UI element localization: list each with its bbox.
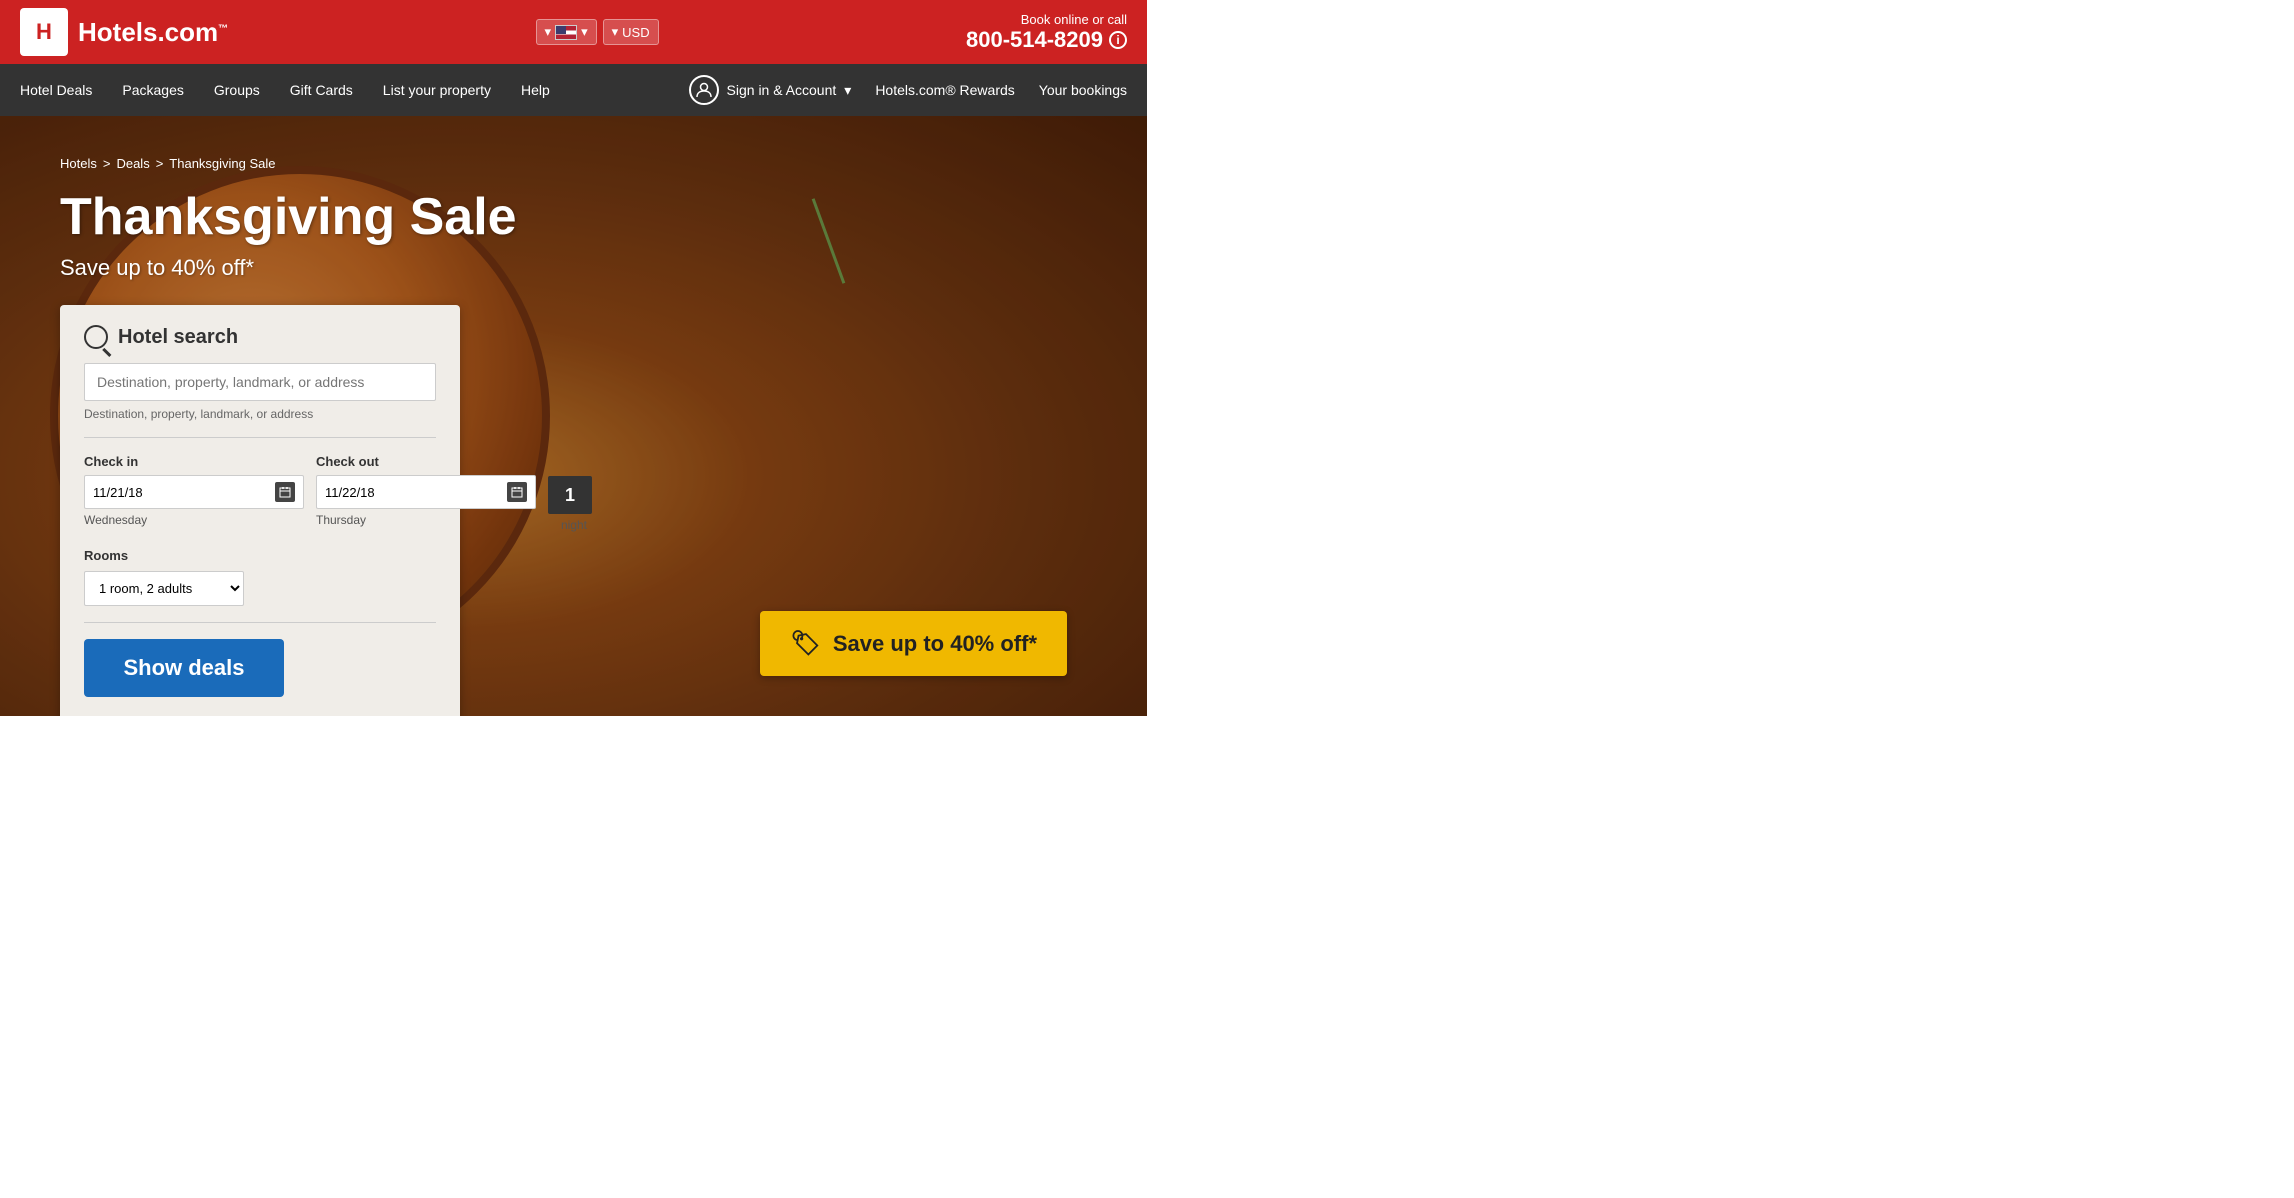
rooms-label: Rooms xyxy=(84,548,436,563)
nav-groups[interactable]: Groups xyxy=(214,82,260,98)
hero-subtitle: Save up to 40% off* xyxy=(60,255,1087,281)
currency-label: USD xyxy=(622,25,649,40)
checkin-input[interactable] xyxy=(93,485,269,500)
sign-in-button[interactable]: Sign in & Account ▾ xyxy=(689,75,852,105)
hotels-logo-icon: H xyxy=(20,8,68,56)
search-icon xyxy=(84,325,108,349)
lang-arrow: ▾ xyxy=(545,24,552,40)
search-divider2 xyxy=(84,622,436,623)
nav-list-property[interactable]: List your property xyxy=(383,82,491,98)
contact-area: Book online or call 800-514-8209 i xyxy=(966,12,1127,53)
checkin-label: Check in xyxy=(84,454,304,469)
sign-in-chevron: ▾ xyxy=(844,82,851,99)
checkout-label: Check out xyxy=(316,454,536,469)
nights-number: 1 xyxy=(548,476,592,514)
destination-input[interactable] xyxy=(84,363,436,401)
checkin-input-wrap[interactable] xyxy=(84,475,304,509)
checkin-calendar-icon[interactable] xyxy=(275,482,295,502)
phone-text: 800-514-8209 xyxy=(966,27,1103,53)
sign-in-label: Sign in & Account xyxy=(727,82,837,98)
checkout-input[interactable] xyxy=(325,485,501,500)
nav-help[interactable]: Help xyxy=(521,82,550,98)
book-online-text: Book online or call xyxy=(966,12,1127,27)
nights-label: night xyxy=(548,518,600,532)
nights-box: 1 night xyxy=(548,454,600,532)
show-deals-button[interactable]: Show deals xyxy=(84,639,284,697)
calendar-svg xyxy=(279,486,291,498)
save-badge-text: Save up to 40% off* xyxy=(833,631,1037,657)
hero-section: Hotels > Deals > Thanksgiving Sale Thank… xyxy=(0,116,1147,716)
search-box: Hotel search Destination, property, land… xyxy=(60,305,460,716)
breadcrumb-sep1: > xyxy=(103,156,111,171)
save-badge: 🏷 Save up to 40% off* xyxy=(760,611,1067,676)
language-currency-area: ▾ ▾ ▾ USD xyxy=(536,19,659,45)
checkin-day: Wednesday xyxy=(84,513,304,527)
search-title-text: Hotel search xyxy=(118,326,238,349)
user-icon-circle xyxy=(689,75,719,105)
hero-title: Thanksgiving Sale xyxy=(60,187,1087,247)
user-icon xyxy=(696,82,712,98)
nav-bar: Hotel Deals Packages Groups Gift Cards L… xyxy=(0,64,1147,116)
breadcrumb: Hotels > Deals > Thanksgiving Sale xyxy=(60,156,1087,171)
search-divider xyxy=(84,437,436,438)
checkout-field: Check out Thursday xyxy=(316,454,536,532)
top-bar: H Hotels.com™ ▾ ▾ ▾ USD Book online or c… xyxy=(0,0,1147,64)
search-title: Hotel search xyxy=(84,325,436,349)
currency-selector[interactable]: ▾ USD xyxy=(603,19,659,45)
calendar-svg2 xyxy=(511,486,523,498)
nav-left: Hotel Deals Packages Groups Gift Cards L… xyxy=(20,82,689,98)
tag-icon: 🏷 xyxy=(790,629,820,658)
logo-sup: ™ xyxy=(218,23,228,34)
currency-arrow: ▾ xyxy=(612,24,619,40)
logo-area: H Hotels.com™ xyxy=(20,8,228,56)
phone-number: 800-514-8209 i xyxy=(966,27,1127,53)
breadcrumb-hotels[interactable]: Hotels xyxy=(60,156,97,171)
nav-gift-cards[interactable]: Gift Cards xyxy=(290,82,353,98)
language-selector[interactable]: ▾ ▾ xyxy=(536,19,597,45)
rooms-select[interactable]: 1 room, 2 adults xyxy=(84,571,244,606)
checkout-calendar-icon[interactable] xyxy=(507,482,527,502)
info-icon[interactable]: i xyxy=(1109,31,1127,49)
search-hint: Destination, property, landmark, or addr… xyxy=(84,407,436,421)
breadcrumb-deals[interactable]: Deals xyxy=(116,156,149,171)
nav-hotel-deals[interactable]: Hotel Deals xyxy=(20,82,92,98)
nav-packages[interactable]: Packages xyxy=(122,82,183,98)
checkout-input-wrap[interactable] xyxy=(316,475,536,509)
breadcrumb-sep2: > xyxy=(156,156,164,171)
nav-right: Sign in & Account ▾ Hotels.com® Rewards … xyxy=(689,75,1127,105)
logo-name: Hotels.com xyxy=(78,17,218,47)
logo-text: Hotels.com™ xyxy=(78,17,228,48)
breadcrumb-current: Thanksgiving Sale xyxy=(169,156,275,171)
checkin-field: Check in Wednesday xyxy=(84,454,304,532)
checkout-day: Thursday xyxy=(316,513,536,527)
nav-bookings[interactable]: Your bookings xyxy=(1039,82,1127,98)
lang-arrow2: ▾ xyxy=(581,24,588,40)
dates-row: Check in Wednesday xyxy=(84,454,436,532)
nav-rewards[interactable]: Hotels.com® Rewards xyxy=(875,82,1014,98)
us-flag-icon xyxy=(555,25,577,40)
